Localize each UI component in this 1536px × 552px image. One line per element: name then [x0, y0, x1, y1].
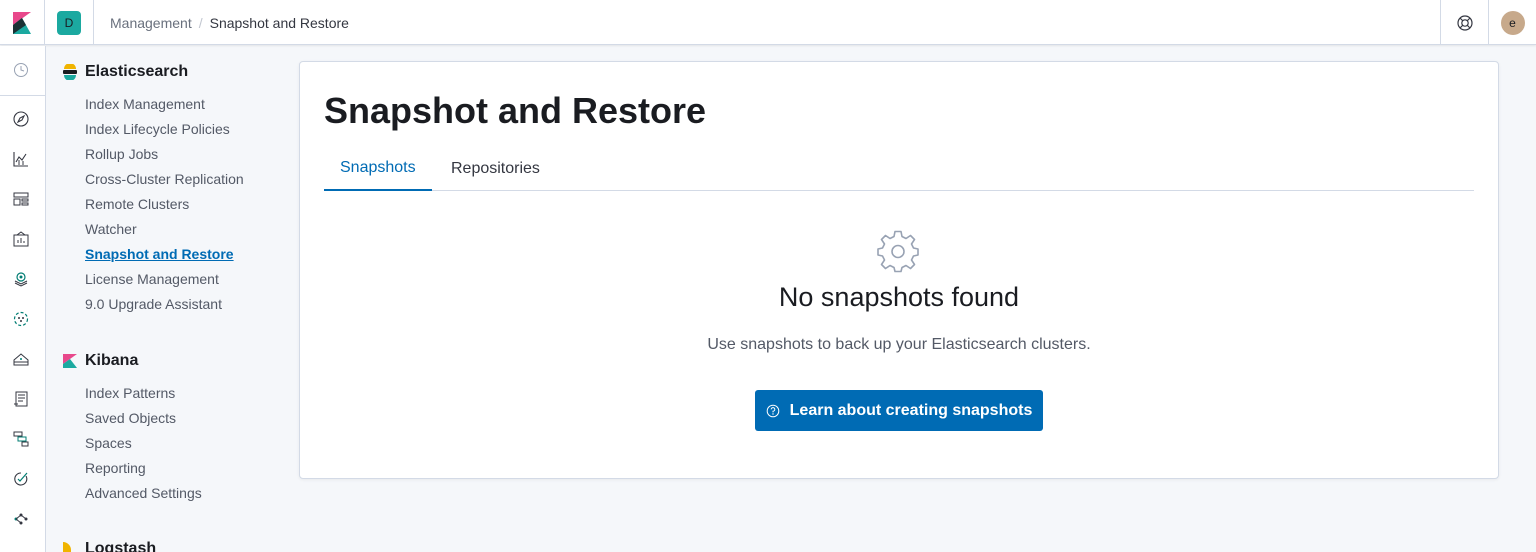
- sidenav-item-advanced-settings[interactable]: Advanced Settings: [85, 485, 202, 505]
- sidenav-item-license-management[interactable]: License Management: [85, 271, 219, 291]
- canvas-icon[interactable]: [11, 229, 31, 249]
- sidenav-item-index-patterns[interactable]: Index Patterns: [85, 385, 175, 405]
- help-icon: [1456, 14, 1473, 31]
- top-header: D Management / Snapshot and Restore e: [0, 0, 1536, 45]
- content-panel: Snapshot and Restore Snapshots Repositor…: [299, 61, 1499, 479]
- kibana-logo-icon: [13, 11, 31, 34]
- tab-repositories[interactable]: Repositories: [435, 146, 556, 191]
- learn-about-snapshots-button[interactable]: Learn about creating snapshots: [755, 390, 1043, 431]
- sidenav-group-kibana: Kibana: [62, 350, 138, 372]
- nav-rail-divider: [0, 95, 46, 96]
- maps-icon[interactable]: [11, 269, 31, 289]
- sidenav-item-index-management[interactable]: Index Management: [85, 96, 205, 116]
- breadcrumb: Management / Snapshot and Restore: [110, 0, 349, 45]
- graph-icon[interactable]: [11, 509, 31, 529]
- sidenav-group-title: Elasticsearch: [85, 63, 189, 80]
- sidenav-item-index-lifecycle-policies[interactable]: Index Lifecycle Policies: [85, 121, 230, 141]
- tab-bar: Snapshots Repositories: [324, 146, 1474, 191]
- ml-icon[interactable]: [11, 309, 31, 329]
- breadcrumb-current: Snapshot and Restore: [209, 14, 349, 31]
- elasticsearch-logo-icon: [62, 64, 78, 80]
- sidenav-group-title: Kibana: [85, 352, 139, 369]
- sidenav-item-rollup-jobs[interactable]: Rollup Jobs: [85, 146, 158, 166]
- sidenav-group-logstash: Logstash: [62, 538, 156, 552]
- gear-icon: [877, 230, 919, 273]
- uptime-icon[interactable]: [11, 469, 31, 489]
- sidenav-item-watcher[interactable]: Watcher: [85, 221, 137, 241]
- recently-viewed-icon[interactable]: [11, 60, 31, 80]
- sidenav-item-spaces[interactable]: Spaces: [85, 435, 132, 455]
- visualize-icon[interactable]: [11, 149, 31, 169]
- logstash-logo-icon: [62, 541, 78, 552]
- empty-state-title: No snapshots found: [778, 282, 1020, 312]
- dashboard-icon[interactable]: [11, 189, 31, 209]
- page-title: Snapshot and Restore: [324, 90, 707, 131]
- kibana-logo-icon: [62, 353, 78, 369]
- discover-icon[interactable]: [11, 109, 31, 129]
- sidenav-item-saved-objects[interactable]: Saved Objects: [85, 410, 176, 430]
- apm-icon[interactable]: [11, 429, 31, 449]
- user-menu-button[interactable]: e: [1488, 0, 1536, 45]
- sidenav-group-elasticsearch: Elasticsearch: [62, 61, 188, 83]
- user-avatar: e: [1500, 10, 1525, 35]
- nav-rail: [0, 46, 46, 552]
- management-sidenav: Elasticsearch Index Management Index Lif…: [46, 46, 286, 552]
- help-menu-button[interactable]: [1440, 0, 1488, 45]
- space-selector[interactable]: D: [45, 0, 94, 45]
- learn-button-label: Learn about creating snapshots: [789, 401, 1033, 419]
- help-icon: [766, 404, 780, 418]
- sidenav-item-upgrade-assistant[interactable]: 9.0 Upgrade Assistant: [85, 296, 222, 316]
- sidenav-item-remote-clusters[interactable]: Remote Clusters: [85, 196, 189, 216]
- infrastructure-icon[interactable]: [11, 349, 31, 369]
- sidenav-item-snapshot-and-restore[interactable]: Snapshot and Restore: [85, 246, 234, 266]
- empty-state-body: Use snapshots to back up your Elasticsea…: [707, 336, 1091, 353]
- kibana-logo[interactable]: [0, 0, 45, 45]
- tab-snapshots[interactable]: Snapshots: [324, 146, 432, 191]
- sidenav-group-title: Logstash: [85, 540, 157, 552]
- breadcrumb-management[interactable]: Management: [110, 15, 192, 31]
- sidenav-item-cross-cluster-replication[interactable]: Cross-Cluster Replication: [85, 171, 244, 191]
- sidenav-item-reporting[interactable]: Reporting: [85, 460, 146, 480]
- logs-icon[interactable]: [11, 389, 31, 409]
- breadcrumb-separator: /: [198, 14, 203, 31]
- space-avatar: D: [57, 10, 81, 35]
